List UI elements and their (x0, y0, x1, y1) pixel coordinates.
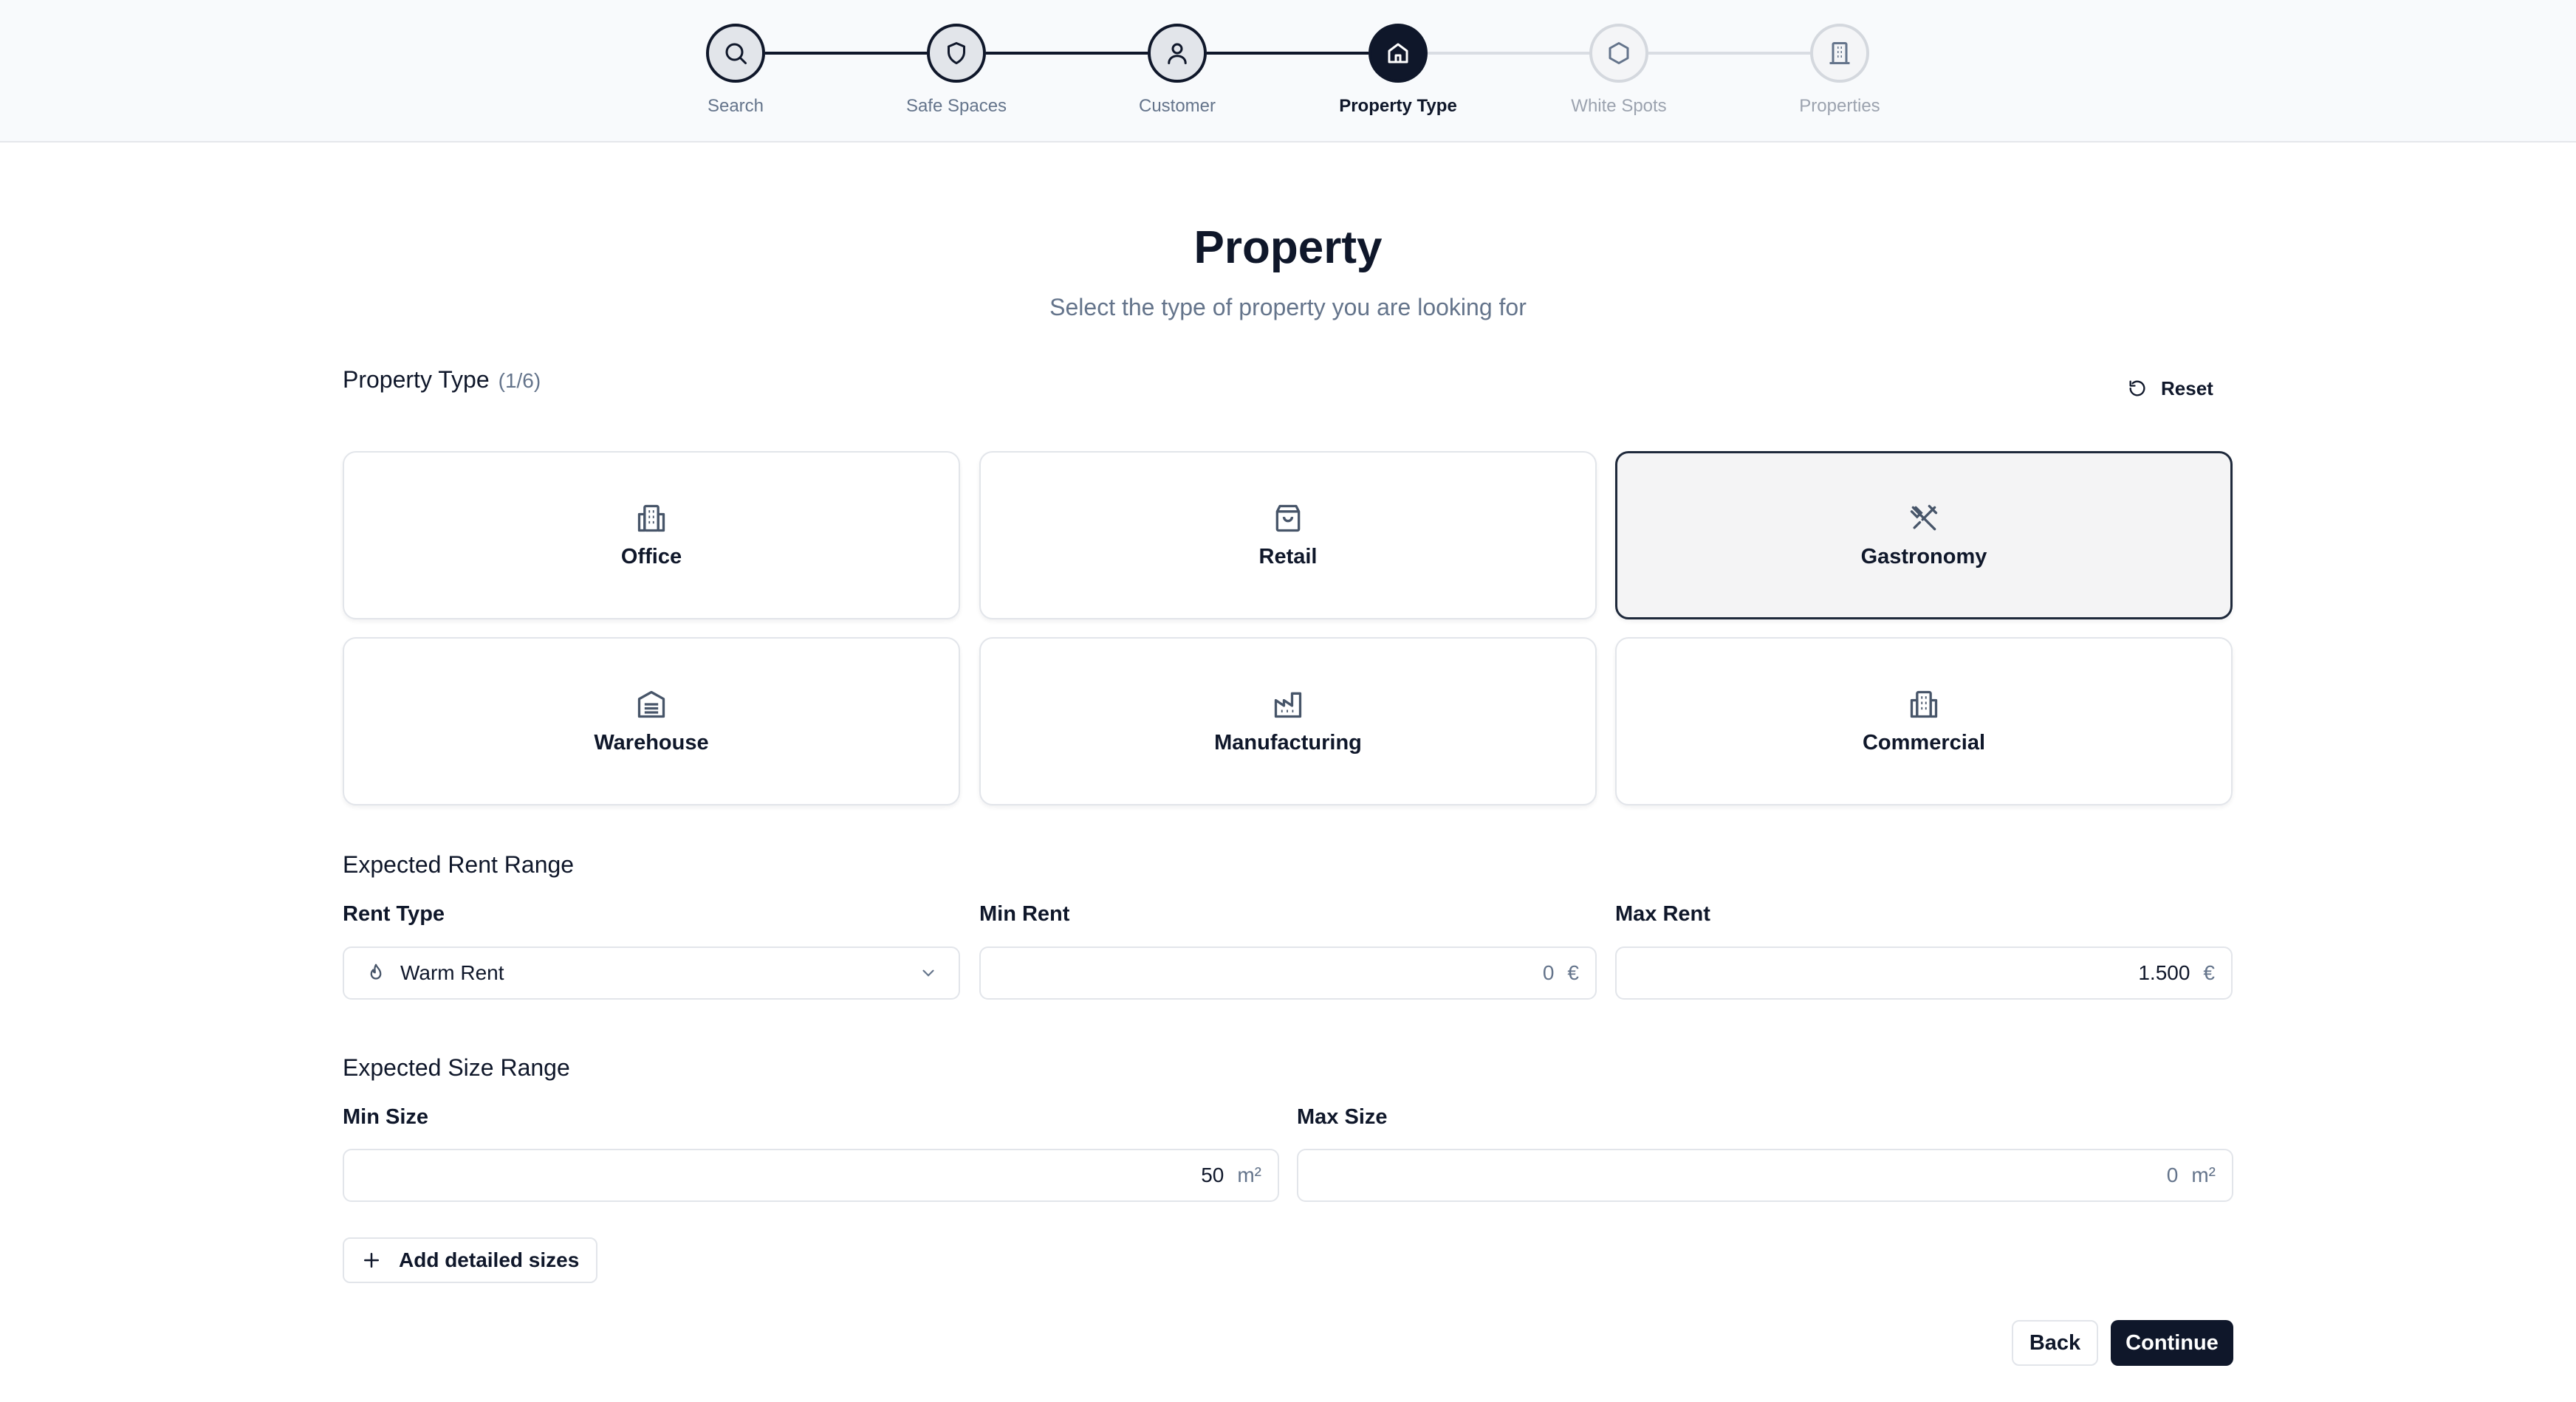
page-subtitle: Select the type of property you are look… (1049, 294, 1527, 320)
area-unit: m² (2191, 1164, 2216, 1186)
min-size-label: Min Size (343, 1105, 429, 1129)
office-building-icon (637, 504, 665, 532)
property-option-commercial[interactable]: Commercial (1615, 637, 2233, 805)
step-label: Properties (1799, 96, 1880, 116)
step-white-spots[interactable]: White Spots (1508, 24, 1730, 117)
min-rent-label: Min Rent (979, 902, 1070, 926)
step-label: White Spots (1571, 96, 1667, 116)
property-option-office[interactable]: Office (343, 451, 960, 619)
rent-range-heading: Expected Rent Range (343, 851, 575, 878)
size-range-heading: Expected Size Range (343, 1054, 570, 1081)
property-option-gastronomy[interactable]: Gastronomy (1615, 451, 2233, 619)
card-label: Manufacturing (1214, 730, 1362, 755)
factory-icon (1274, 692, 1302, 718)
step-label: Safe Spaces (905, 96, 1007, 116)
step-label: Property Type (1339, 96, 1457, 116)
step-safe-spaces[interactable]: Safe Spaces (846, 24, 1067, 117)
rent-type-value: Warm Rent (400, 961, 504, 984)
reset-button[interactable]: Reset (2127, 371, 2230, 406)
reset-icon (2129, 380, 2145, 396)
property-type-label: Property Type (343, 366, 490, 393)
chevron-down-icon (922, 969, 934, 977)
card-label: Office (620, 544, 682, 568)
utensils-crossed-icon (1910, 504, 1938, 530)
min-rent-input[interactable] (981, 948, 1555, 998)
max-size-label: Max Size (1297, 1105, 1388, 1129)
step-label: Search (707, 96, 764, 116)
add-detailed-sizes-button[interactable]: Add detailed sizes (343, 1237, 597, 1283)
progress-stepper: Search Safe Spaces Customer Property Typ… (0, 0, 2576, 142)
property-option-manufacturing[interactable]: Manufacturing (979, 637, 1597, 805)
building-icon (1810, 24, 1869, 83)
plus-icon (364, 1253, 379, 1268)
rent-type-select[interactable]: Warm Rent (343, 946, 960, 1000)
reset-label: Reset (2161, 377, 2213, 399)
rent-type-label: Rent Type (343, 902, 445, 926)
commercial-building-icon (1910, 690, 1938, 718)
continue-button[interactable]: Continue (2111, 1320, 2233, 1366)
property-option-retail[interactable]: Retail (979, 451, 1597, 619)
page-title: Property (1193, 222, 1383, 273)
step-label: Customer (1138, 96, 1216, 116)
search-icon (706, 24, 765, 83)
property-type-heading: Property Type (1/6) (343, 366, 541, 394)
card-label: Retail (1258, 544, 1318, 568)
shield-icon (927, 24, 986, 83)
step-search[interactable]: Search (625, 24, 846, 117)
area-unit: m² (1237, 1164, 1261, 1186)
currency-unit: € (1567, 961, 1579, 984)
hexagon-icon (1589, 24, 1648, 83)
currency-unit: € (2203, 961, 2215, 984)
property-option-warehouse[interactable]: Warehouse (343, 637, 960, 805)
shopping-bag-icon (1275, 504, 1301, 532)
back-button[interactable]: Back (2012, 1320, 2098, 1366)
step-property-type[interactable]: Property Type (1287, 24, 1509, 117)
min-size-field: m² (343, 1149, 1279, 1202)
flame-icon (370, 963, 382, 980)
max-rent-field: € (1615, 946, 2233, 1000)
home-icon (1368, 24, 1428, 83)
selection-count: (1/6) (498, 369, 541, 392)
card-label: Warehouse (594, 730, 709, 755)
max-size-input[interactable] (1298, 1150, 2179, 1200)
warehouse-icon (637, 690, 665, 718)
min-rent-field: € (979, 946, 1597, 1000)
card-label: Commercial (1862, 730, 1985, 755)
max-size-field: m² (1297, 1149, 2233, 1202)
step-customer[interactable]: Customer (1066, 24, 1288, 117)
min-size-input[interactable] (344, 1150, 1224, 1200)
max-rent-input[interactable] (1617, 948, 2190, 998)
add-detailed-sizes-label: Add detailed sizes (399, 1248, 580, 1271)
max-rent-label: Max Rent (1615, 902, 1710, 926)
step-properties[interactable]: Properties (1729, 24, 1950, 117)
card-label: Gastronomy (1860, 544, 1987, 568)
user-icon (1148, 24, 1207, 83)
